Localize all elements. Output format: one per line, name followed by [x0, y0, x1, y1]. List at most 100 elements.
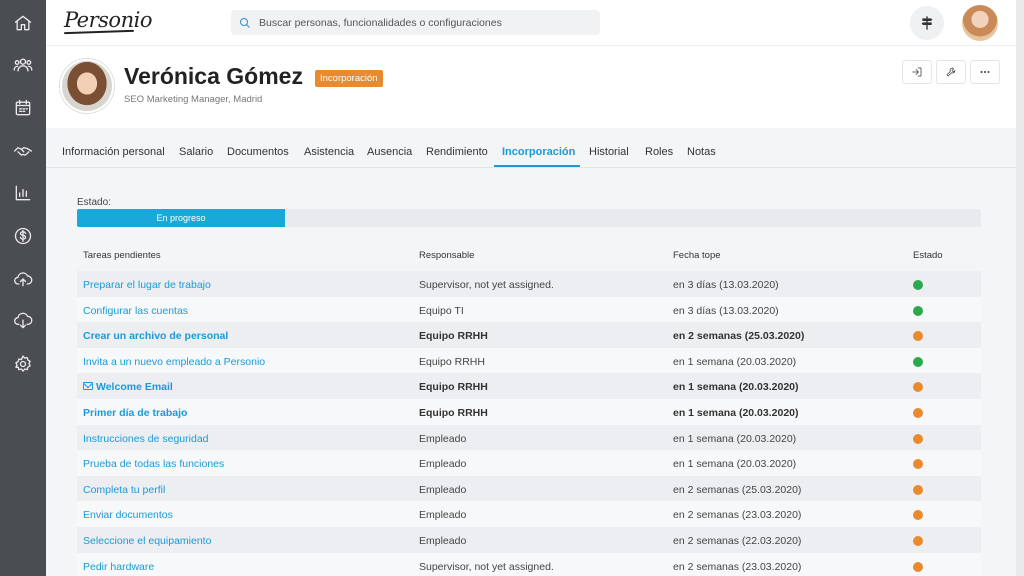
search-input[interactable]	[259, 16, 589, 29]
task-due-date: en 1 semana (20.03.2020)	[673, 432, 797, 445]
status-badge: Incorporación	[315, 70, 383, 87]
column-header-status: Estado	[913, 250, 943, 261]
top-bar: Personio	[46, 0, 1016, 46]
status-dot-orange	[913, 331, 923, 342]
task-owner: Empleado	[419, 535, 467, 547]
tab-notas[interactable]: Notas	[687, 146, 716, 158]
task-link[interactable]: Instrucciones de seguridad	[83, 433, 209, 445]
tab-incorporacion[interactable]: Incorporación	[502, 146, 575, 158]
tab-salario[interactable]: Salario	[179, 146, 213, 158]
sign-in-icon	[912, 67, 922, 77]
handshake-icon[interactable]	[11, 139, 35, 163]
table-row[interactable]: Pedir hardware Supervisor, not yet assign…	[77, 552, 981, 576]
mail-icon	[83, 382, 93, 391]
login-as-button[interactable]	[902, 60, 932, 84]
task-owner: Equipo RRHH	[419, 381, 488, 394]
task-link[interactable]: Configurar las cuentas	[83, 305, 188, 317]
task-owner: Supervisor, not yet assigned.	[419, 560, 554, 573]
calendar-icon[interactable]	[11, 96, 35, 120]
active-tab-indicator	[494, 165, 580, 167]
table-row[interactable]: Enviar documentos Empleado en 2 semanas (2…	[77, 501, 981, 527]
task-due-date: en 2 semanas (22.03.2020)	[673, 535, 802, 547]
task-link[interactable]: Seleccione el equipamiento	[83, 535, 211, 547]
status-dot-orange	[913, 536, 923, 546]
task-link[interactable]: Preparar el lugar de trabajo	[83, 279, 211, 291]
task-due-date: en 2 semanas (25.03.2020)	[673, 330, 805, 343]
employee-name: Verónica Gómez	[124, 63, 303, 89]
settings-icon[interactable]	[11, 352, 35, 376]
task-due-date: en 3 días (13.03.2020)	[673, 304, 779, 317]
table-row[interactable]: Prueba de todas las funciones Empleado en …	[77, 450, 981, 476]
table-row[interactable]: Crear un archivo de personal Equipo RRHH e…	[77, 322, 981, 348]
task-link[interactable]: Pedir hardware	[83, 561, 154, 573]
table-row[interactable]: Completa tu perfil Empleado en 2 semanas (…	[77, 475, 981, 502]
task-link[interactable]: Crear un archivo de personal	[83, 330, 228, 342]
table-row[interactable]: Primer día de trabajo Equipo RRHH en 1 sem…	[77, 399, 981, 425]
task-link[interactable]: Completa tu perfil	[83, 484, 165, 496]
task-name: Welcome Email	[96, 381, 173, 394]
task-due-date: en 2 semanas (23.03.2020)	[673, 560, 802, 573]
sidebar	[0, 0, 46, 576]
progress-bar: En progreso	[77, 209, 981, 227]
status-dot-green	[913, 356, 923, 367]
people-icon[interactable]	[11, 53, 35, 77]
column-header-owner: Responsable	[419, 250, 475, 261]
task-owner: Empleado	[419, 509, 467, 522]
task-name: Pedir hardware	[83, 560, 155, 573]
user-avatar[interactable]	[962, 5, 998, 41]
table-row[interactable]: Configurar las cuentas Equipo TI en 3 días…	[77, 296, 981, 323]
status-dot-orange	[913, 484, 923, 495]
task-due-date: en 2 semanas (23.03.2020)	[673, 509, 802, 522]
profile-header: Verónica Gómez Incorporación SEO Marketi…	[46, 46, 1016, 128]
employee-avatar	[60, 59, 114, 113]
status-dot-orange	[913, 433, 923, 444]
bar-chart-icon[interactable]	[11, 181, 35, 205]
progress-fill: En progreso	[77, 209, 285, 227]
cloud-upload-icon[interactable]	[11, 267, 35, 291]
cloud-download-icon[interactable]	[11, 309, 35, 333]
task-name: Configurar las cuentas	[83, 304, 189, 317]
task-due-date: en 1 semana (20.03.2020)	[673, 381, 799, 394]
task-owner: Empleado	[419, 483, 467, 496]
task-name: Instrucciones de seguridad	[83, 432, 209, 445]
home-icon[interactable]	[11, 11, 35, 35]
task-link[interactable]: Primer día de trabajo	[83, 407, 187, 419]
task-name: Invita a un nuevo empleado a Personio	[83, 355, 266, 368]
tab-asistencia[interactable]: Asistencia	[304, 146, 354, 158]
task-link[interactable]: Enviar documentos	[83, 509, 173, 521]
signpost-icon	[921, 16, 933, 30]
task-link[interactable]: Welcome Email	[83, 381, 173, 393]
task-owner: Equipo RRHH	[419, 407, 488, 419]
task-name: Seleccione el equipamiento	[83, 535, 212, 547]
profile-tabs: Información personal Salario Documentos …	[46, 128, 1016, 168]
task-owner: Empleado	[419, 432, 467, 445]
tab-informacion-personal[interactable]: Información personal	[62, 146, 165, 158]
edit-button[interactable]	[936, 60, 966, 84]
search-bar[interactable]	[231, 10, 600, 35]
task-owner: Empleado	[419, 458, 467, 471]
task-name: Crear un archivo de personal	[83, 330, 229, 343]
table-row[interactable]: Welcome Email Equipo RRHH en 1 semana (20.…	[77, 373, 981, 399]
task-owner: Supervisor, not yet assigned.	[419, 279, 554, 291]
task-owner: Equipo RRHH	[419, 330, 488, 343]
tab-ausencia[interactable]: Ausencia	[367, 146, 412, 158]
table-row[interactable]: Instrucciones de seguridad Empleado en 1 s…	[77, 424, 981, 451]
tab-documentos[interactable]: Documentos	[227, 146, 289, 158]
signpost-button[interactable]	[910, 6, 944, 40]
table-row[interactable]: Invita a un nuevo empleado a Personio Equ…	[77, 347, 981, 374]
table-row[interactable]: Seleccione el equipamiento Empleado en 2 s…	[77, 527, 981, 553]
status-dot-green	[913, 280, 923, 290]
task-link[interactable]: Invita a un nuevo empleado a Personio	[83, 356, 265, 368]
personio-logo[interactable]: Personio	[64, 8, 152, 32]
scrollbar[interactable]	[1016, 0, 1024, 576]
more-options-button[interactable]	[970, 60, 1000, 84]
dollar-icon[interactable]	[11, 224, 35, 248]
task-due-date: en 3 días (13.03.2020)	[673, 279, 779, 291]
wrench-icon	[946, 67, 956, 77]
tab-historial[interactable]: Historial	[589, 146, 629, 158]
tab-rendimiento[interactable]: Rendimiento	[426, 146, 488, 158]
table-row[interactable]: Preparar el lugar de trabajo Supervisor, …	[77, 271, 981, 297]
task-link[interactable]: Prueba de todas las funciones	[83, 458, 224, 470]
more-dots-icon	[980, 70, 990, 74]
tab-roles[interactable]: Roles	[645, 146, 673, 158]
